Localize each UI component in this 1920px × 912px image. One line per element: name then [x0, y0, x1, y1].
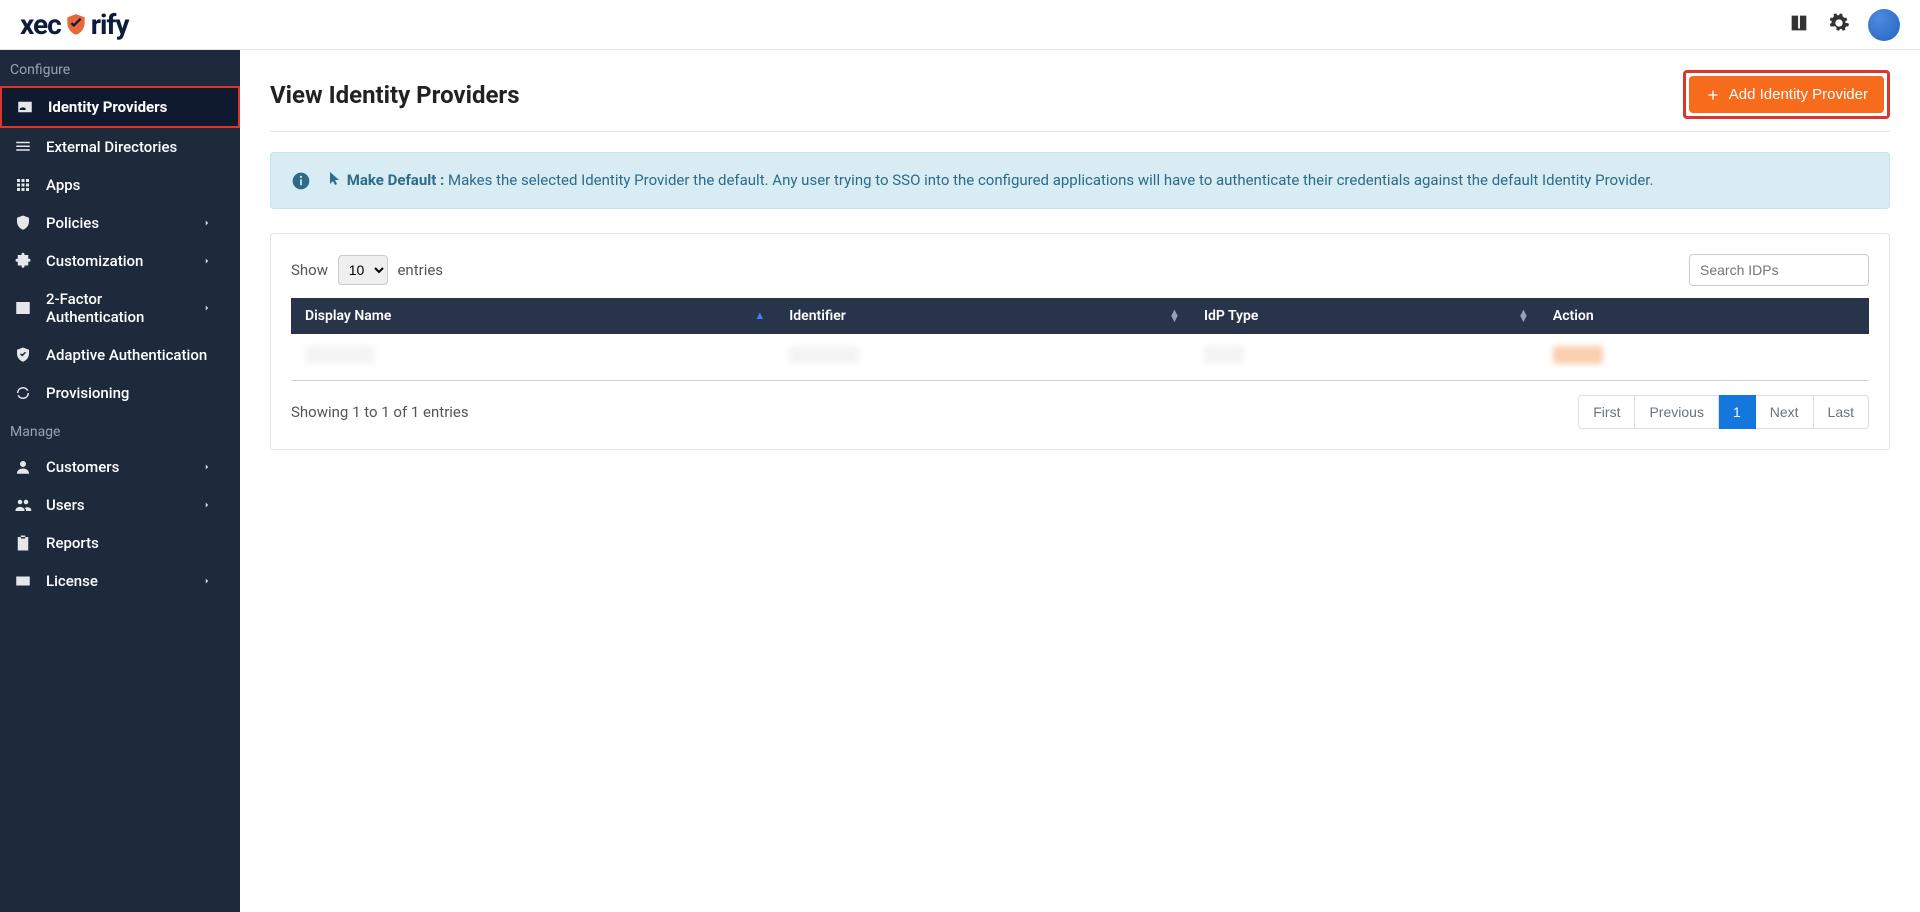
plus-icon	[1705, 87, 1721, 103]
header-rule	[270, 131, 1890, 132]
page-header: View Identity Providers Add Identity Pro…	[270, 70, 1890, 131]
sidebar: Configure Identity Providers External Dire…	[0, 50, 240, 912]
list-icon	[14, 138, 32, 156]
id-card-icon	[16, 98, 34, 116]
cursor-icon	[329, 169, 341, 192]
sidebar-item-label: Adaptive Authentication	[46, 346, 207, 364]
sidebar-item-label: Users	[46, 496, 85, 514]
sidebar-item-label: Customization	[46, 252, 143, 270]
cell-display-name	[291, 334, 775, 381]
pager-previous[interactable]: Previous	[1635, 395, 1718, 429]
brand-logo: xec rify	[20, 8, 128, 41]
sort-asc-icon: ▲	[754, 313, 765, 319]
sidebar-item-policies[interactable]: Policies	[0, 204, 240, 242]
card-icon	[14, 572, 32, 590]
sidebar-item-label: External Directories	[46, 138, 177, 156]
people-icon	[14, 496, 32, 514]
show-label-pre: Show	[291, 261, 328, 279]
pager-first[interactable]: First	[1578, 395, 1635, 429]
sort-icon: ▲▼	[1169, 310, 1180, 322]
table-body	[291, 334, 1869, 381]
pager-next[interactable]: Next	[1756, 395, 1814, 429]
info-lead: Make Default :	[347, 171, 445, 189]
avatar[interactable]	[1868, 9, 1900, 41]
sidebar-item-identity-providers[interactable]: Identity Providers	[0, 86, 240, 128]
sidebar-section-label: Configure	[0, 50, 240, 86]
table-row	[291, 334, 1869, 381]
shield-icon	[14, 214, 32, 232]
sync-icon	[14, 384, 32, 402]
sidebar-item-customization[interactable]: Customization	[0, 242, 240, 280]
chevron-right-icon	[202, 500, 212, 510]
brand-text-post: rify	[91, 8, 129, 41]
sidebar-item-adaptive-authentication[interactable]: Adaptive Authentication	[0, 336, 240, 374]
sort-icon: ▲▼	[1518, 310, 1529, 322]
table-footer: Showing 1 to 1 of 1 entries First Previo…	[291, 395, 1869, 429]
shield-check-icon	[14, 346, 32, 364]
sidebar-item-users[interactable]: Users	[0, 486, 240, 524]
sidebar-item-label: Identity Providers	[48, 98, 167, 116]
col-display-name[interactable]: Display Name▲	[291, 298, 775, 334]
chevron-right-icon	[202, 218, 212, 228]
search-input[interactable]	[1689, 254, 1869, 286]
cell-action[interactable]	[1539, 334, 1869, 381]
entries-selector: Show 10 entries	[291, 255, 443, 285]
sidebar-item-reports[interactable]: Reports	[0, 524, 240, 562]
table-head: Display Name▲ Identifier▲▼ IdP Type▲▼ Ac…	[291, 298, 1869, 334]
chevron-right-icon	[202, 576, 212, 586]
cell-identifier	[775, 334, 1190, 381]
sidebar-item-external-directories[interactable]: External Directories	[0, 128, 240, 166]
main-content: View Identity Providers Add Identity Pro…	[240, 50, 1920, 912]
sidebar-item-label: Apps	[46, 176, 80, 194]
sidebar-item-customers[interactable]: Customers	[0, 448, 240, 486]
brand-text-pre: xec	[20, 8, 61, 41]
sidebar-item-label: Reports	[46, 534, 99, 552]
add-button-highlight: Add Identity Provider	[1683, 70, 1890, 119]
table-controls: Show 10 entries	[291, 254, 1869, 286]
info-box: Make Default : Makes the selected Identi…	[270, 152, 1890, 209]
add-button-label: Add Identity Provider	[1729, 86, 1868, 103]
info-icon	[291, 171, 311, 191]
cell-idp-type	[1190, 334, 1539, 381]
col-idp-type[interactable]: IdP Type▲▼	[1190, 298, 1539, 334]
pager-last[interactable]: Last	[1814, 395, 1869, 429]
chevron-right-icon	[202, 256, 212, 266]
info-body: Makes the selected Identity Provider the…	[448, 171, 1653, 189]
col-action: Action	[1539, 298, 1869, 334]
gear-icon[interactable]	[1828, 12, 1850, 38]
sidebar-item-label: Customers	[46, 458, 119, 476]
puzzle-icon	[14, 252, 32, 270]
sidebar-item-apps[interactable]: Apps	[0, 166, 240, 204]
chevron-right-icon	[202, 462, 212, 472]
brand-shield-icon	[63, 12, 89, 38]
sidebar-section-label: Manage	[0, 412, 240, 448]
clipboard-icon	[14, 534, 32, 552]
sidebar-item-2-factor-authentication[interactable]: 2-Factor Authentication	[0, 280, 240, 336]
show-label-post: entries	[397, 261, 443, 279]
grid-icon	[14, 176, 32, 194]
page-title: View Identity Providers	[270, 81, 520, 109]
top-bar: xec rify	[0, 0, 1920, 50]
table-card: Show 10 entries Display Name▲ Identifier…	[270, 233, 1890, 450]
info-text: Make Default : Makes the selected Identi…	[329, 169, 1653, 192]
book-icon[interactable]	[1788, 12, 1810, 38]
keypad-icon	[14, 299, 32, 317]
idp-table: Display Name▲ Identifier▲▼ IdP Type▲▼ Ac…	[291, 298, 1869, 381]
entries-select[interactable]: 10	[338, 255, 388, 285]
sidebar-item-label: Provisioning	[46, 384, 129, 402]
chevron-right-icon	[202, 303, 212, 313]
col-identifier[interactable]: Identifier▲▼	[775, 298, 1190, 334]
person-icon	[14, 458, 32, 476]
sidebar-item-provisioning[interactable]: Provisioning	[0, 374, 240, 412]
pager-page-1[interactable]: 1	[1719, 395, 1756, 429]
sidebar-item-label: 2-Factor Authentication	[46, 290, 202, 326]
entries-info: Showing 1 to 1 of 1 entries	[291, 403, 469, 421]
sidebar-item-label: License	[46, 572, 98, 590]
sidebar-item-label: Policies	[46, 214, 99, 232]
add-identity-provider-button[interactable]: Add Identity Provider	[1689, 76, 1884, 113]
pager: First Previous 1 Next Last	[1578, 395, 1869, 429]
topbar-actions	[1788, 9, 1900, 41]
sidebar-item-license[interactable]: License	[0, 562, 240, 600]
